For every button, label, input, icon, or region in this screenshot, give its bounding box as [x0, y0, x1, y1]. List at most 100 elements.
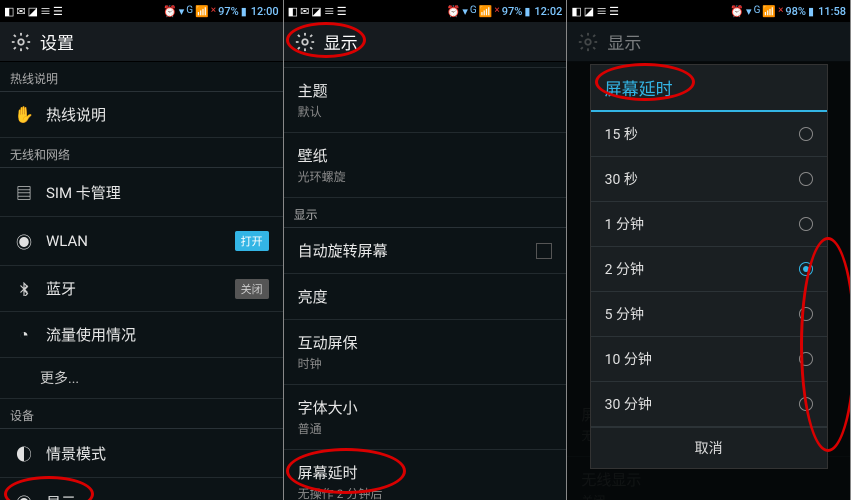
status-left: ◧ ◪ ≡ ☰: [571, 6, 619, 17]
dialog-cancel-button[interactable]: 取消: [591, 427, 827, 468]
sim-icon: ▤: [14, 180, 34, 204]
row-daydream[interactable]: 互动屏保 时钟: [284, 320, 567, 385]
screen-sleep-dialog: ◧ ◪ ≡ ☰ ⏰ ▾ G 📶 × 98% ▮ 11:58 显示 屏幕延时 无操…: [567, 0, 851, 500]
screen-settings: ◧ ✉ ◪ ≡ ☰ ⏰ ▾ G 📶 × 97% ▮ 12:00 设置 热线说明 …: [0, 0, 284, 500]
settings-icon: [577, 31, 599, 53]
battery-pct: 98%: [785, 6, 806, 17]
battery-pct: 97%: [502, 6, 523, 17]
dialog-option-10m[interactable]: 10 分钟: [591, 337, 827, 382]
row-display[interactable]: ◉ 显示: [0, 478, 283, 500]
row-data-usage[interactable]: ◔ 流量使用情况: [0, 312, 283, 358]
signal-icon: 📶: [762, 6, 776, 17]
wifi-icon: ▾: [462, 6, 468, 17]
dialog-option-5m[interactable]: 5 分钟: [591, 292, 827, 337]
alarm-icon: ⏰: [447, 6, 461, 17]
row-fontsize[interactable]: 字体大小 普通: [284, 385, 567, 450]
row-theme[interactable]: 主题 默认: [284, 68, 567, 133]
app-header: 显示: [284, 22, 567, 62]
row-hotline[interactable]: ✋ 热线说明: [0, 92, 283, 138]
display-settings-bg: 屏幕延时 无操作 2 分钟后 无线显示 关闭 屏幕延时 15 秒: [567, 62, 850, 500]
status-bar: ◧ ✉ ◪ ≡ ☰ ⏰ ▾ G 📶 × 97% ▮ 12:02: [284, 0, 567, 22]
page-title: 设置: [40, 29, 74, 54]
status-bar: ◧ ✉ ◪ ≡ ☰ ⏰ ▾ G 📶 × 97% ▮ 12:00: [0, 0, 283, 22]
row-label: 流量使用情况: [46, 324, 136, 345]
screen-display-settings: ◧ ✉ ◪ ≡ ☰ ⏰ ▾ G 📶 × 97% ▮ 12:02 显示 主题 默认: [284, 0, 568, 500]
signal-icon: 📶: [195, 6, 209, 17]
dialog-option-15s[interactable]: 15 秒: [591, 112, 827, 157]
row-label: WLAN: [46, 232, 88, 250]
status-right: ⏰ ▾ G 📶 × 97% ▮ 12:02: [447, 6, 563, 17]
option-label: 1 分钟: [605, 214, 644, 234]
notif-icon: ◪: [311, 6, 321, 17]
wifi-icon: ▾: [746, 6, 752, 17]
dialog-title: 屏幕延时: [591, 65, 827, 112]
notif-icon: ≡: [324, 6, 335, 17]
autorotate-checkbox[interactable]: [536, 243, 552, 259]
notif-icon: ◪: [584, 6, 594, 17]
bt-toggle[interactable]: 关闭: [235, 279, 269, 299]
radio-icon: [799, 352, 813, 366]
network-g: G: [186, 6, 193, 16]
row-bluetooth[interactable]: 蓝牙 关闭: [0, 266, 283, 312]
dialog-backdrop[interactable]: 屏幕延时 15 秒 30 秒 1 分钟 2 分钟: [567, 62, 850, 500]
row-label: 自动旋转屏幕: [298, 240, 388, 261]
sleep-dialog: 屏幕延时 15 秒 30 秒 1 分钟 2 分钟: [590, 64, 828, 469]
settings-icon: [10, 31, 32, 53]
row-sim[interactable]: ▤ SIM 卡管理: [0, 168, 283, 217]
radio-icon: [799, 397, 813, 411]
row-label: SIM 卡管理: [46, 182, 121, 203]
row-profiles[interactable]: ◐ 情景模式: [0, 429, 283, 478]
battery-pct: 97%: [218, 6, 239, 17]
app-header: 显示: [567, 22, 850, 62]
section-header-device: 设备: [0, 399, 283, 429]
bluetooth-icon: [14, 282, 34, 296]
option-label: 30 分钟: [605, 394, 652, 414]
row-autorotate[interactable]: 自动旋转屏幕: [284, 228, 567, 274]
network-g: G: [470, 6, 477, 16]
dialog-option-30s[interactable]: 30 秒: [591, 157, 827, 202]
row-label: 互动屏保: [298, 332, 553, 353]
row-sub: 无操作 2 分钟后: [298, 485, 553, 500]
radio-icon: [799, 172, 813, 186]
row-label: 情景模式: [46, 443, 106, 464]
status-bar: ◧ ◪ ≡ ☰ ⏰ ▾ G 📶 × 98% ▮ 11:58: [567, 0, 850, 22]
row-brightness[interactable]: 亮度: [284, 274, 567, 320]
option-label: 2 分钟: [605, 259, 644, 279]
section-header-wireless: 无线和网络: [0, 138, 283, 168]
battery-icon: ▮: [808, 6, 814, 17]
battery-icon: ▮: [241, 6, 247, 17]
dialog-option-30m[interactable]: 30 分钟: [591, 382, 827, 427]
network-g: G: [754, 6, 761, 16]
wlan-toggle[interactable]: 打开: [235, 231, 269, 251]
wifi-icon: ◉: [14, 229, 34, 253]
dialog-option-1m[interactable]: 1 分钟: [591, 202, 827, 247]
option-label: 30 秒: [605, 169, 638, 189]
dialog-option-2m[interactable]: 2 分钟: [591, 247, 827, 292]
row-wlan[interactable]: ◉ WLAN 打开: [0, 217, 283, 266]
notif-icon: ≡: [40, 6, 51, 17]
clock: 12:02: [534, 6, 562, 17]
row-label: 热线说明: [46, 104, 106, 125]
notif-icon: ◪: [28, 6, 38, 17]
settings-icon: [294, 31, 316, 53]
signal-x-icon: ×: [211, 6, 216, 16]
alarm-icon: ⏰: [730, 6, 744, 17]
profiles-icon: ◐: [14, 441, 34, 465]
row-more[interactable]: 更多...: [0, 358, 283, 399]
row-wallpaper[interactable]: 壁纸 光环螺旋: [284, 133, 567, 198]
signal-x-icon: ×: [778, 6, 783, 16]
option-label: 10 分钟: [605, 349, 652, 369]
page-title: 显示: [607, 29, 641, 54]
row-sleep[interactable]: 屏幕延时 无操作 2 分钟后: [284, 450, 567, 500]
wifi-icon: ▾: [179, 6, 185, 17]
row-label: 壁纸: [298, 145, 553, 166]
row-label: 字体大小: [298, 397, 553, 418]
signal-icon: 📶: [479, 6, 493, 17]
status-right: ⏰ ▾ G 📶 × 98% ▮ 11:58: [730, 6, 846, 17]
notif-icon: ◧: [4, 6, 14, 17]
row-label: 亮度: [298, 286, 328, 307]
notif-icon: ◧: [288, 6, 298, 17]
option-label: 5 分钟: [605, 304, 644, 324]
row-sub: 光环螺旋: [298, 168, 553, 185]
option-label: 15 秒: [605, 124, 638, 144]
